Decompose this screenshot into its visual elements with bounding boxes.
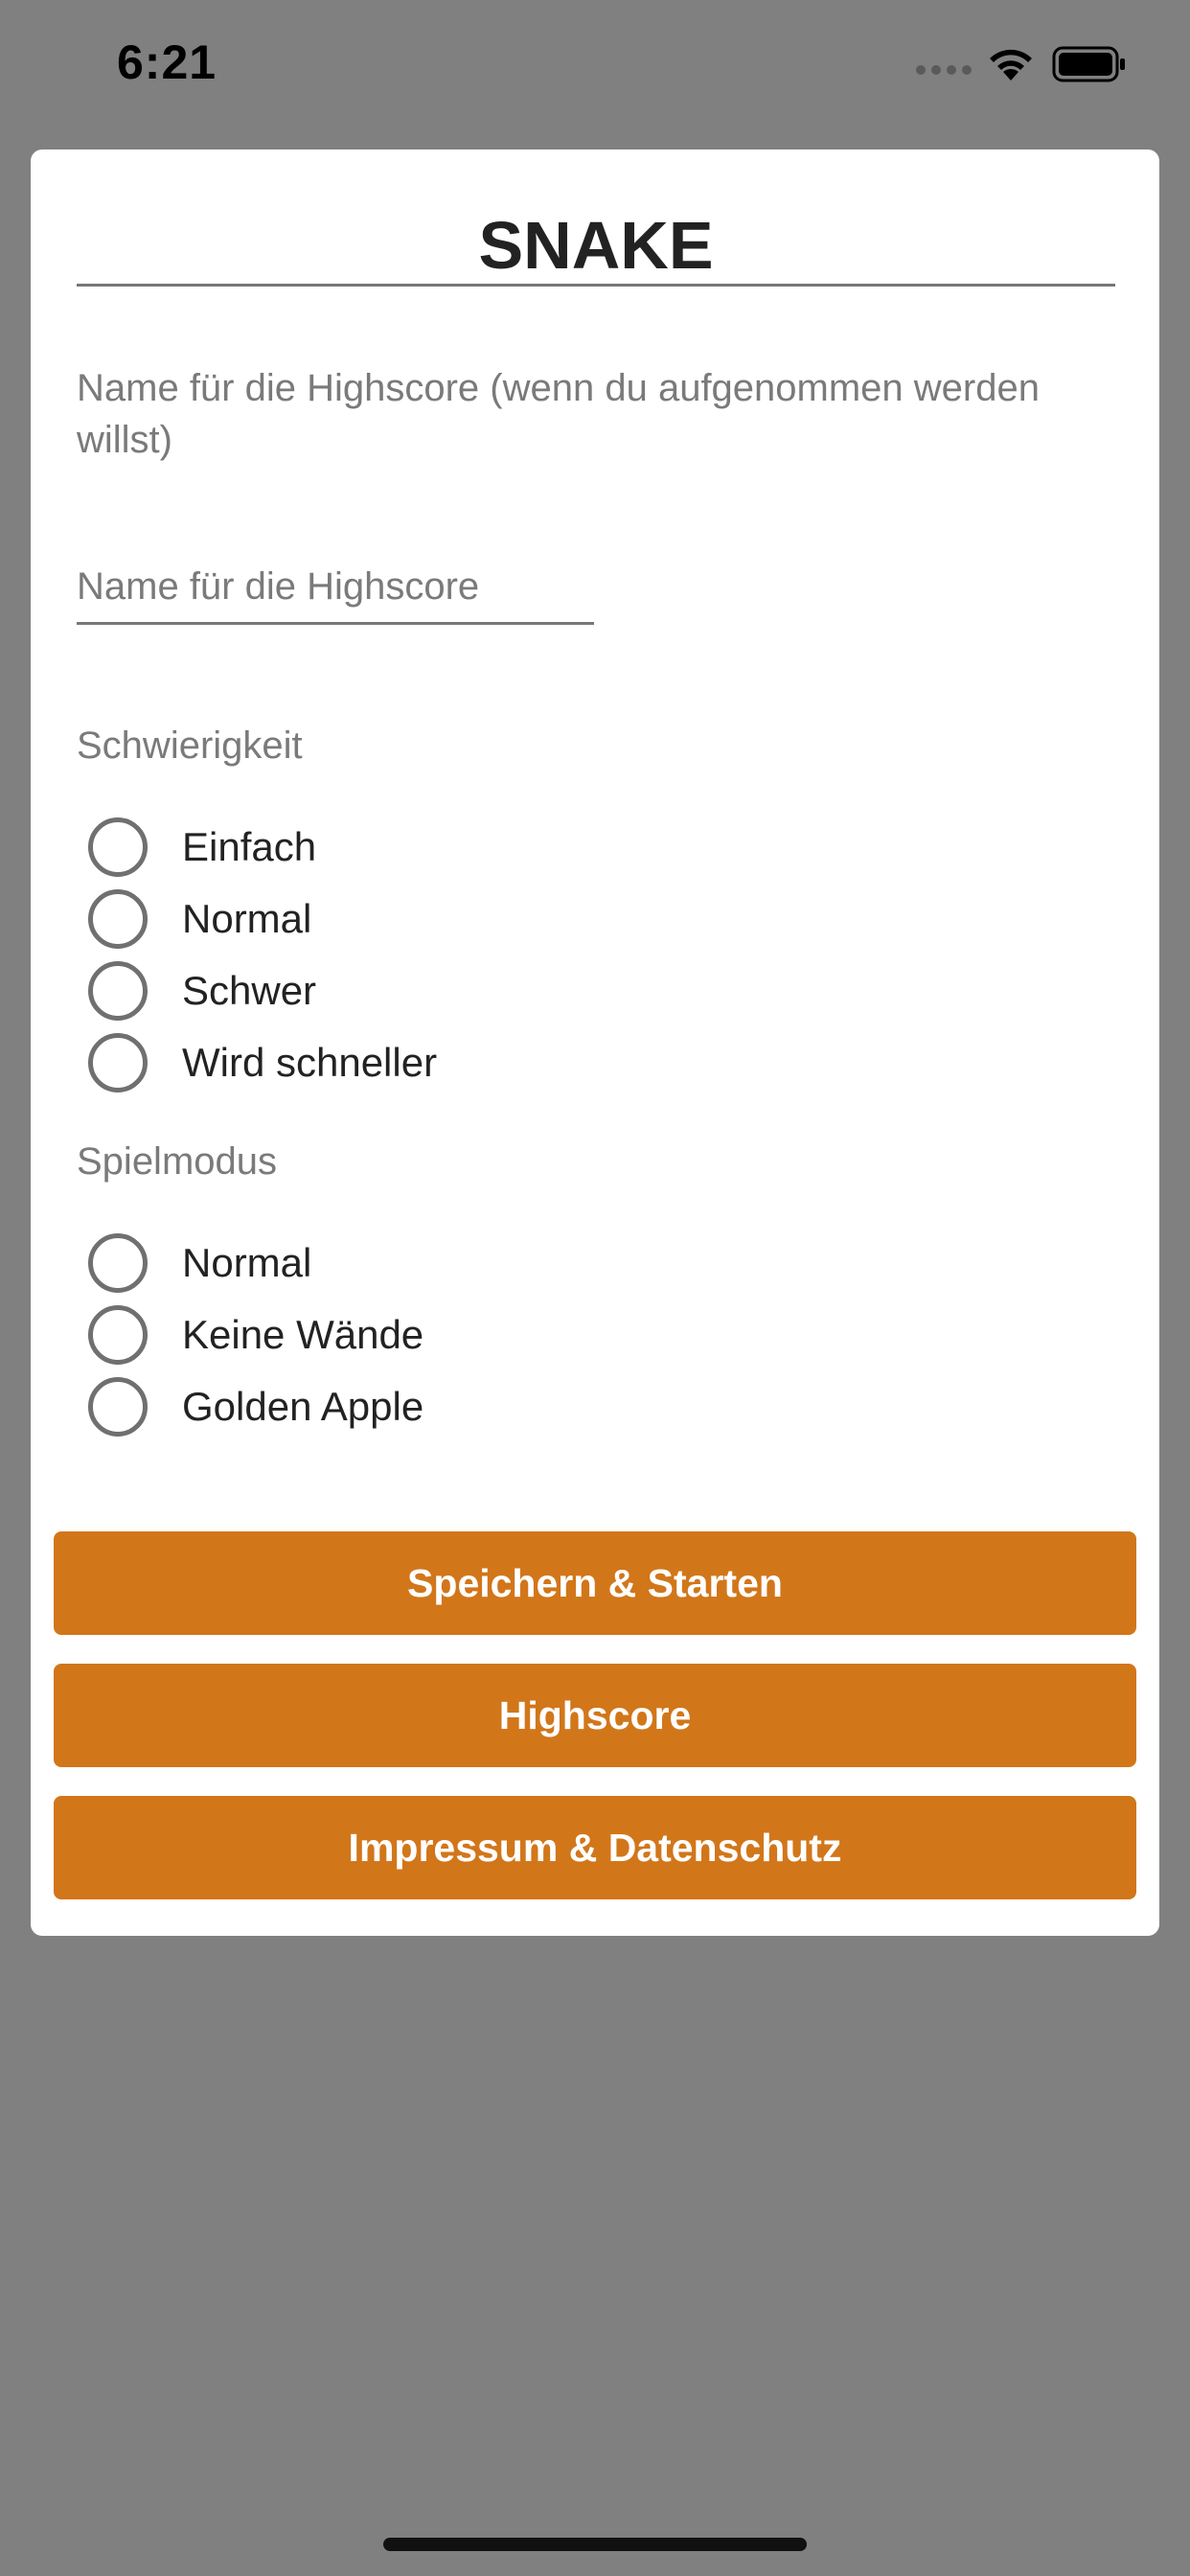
game-mode-option-normal[interactable]: Normal	[88, 1227, 423, 1299]
app-title: SNAKE	[478, 208, 714, 283]
game-mode-option-golden-apple[interactable]: Golden Apple	[88, 1370, 423, 1442]
imprint-privacy-button[interactable]: Impressum & Datenschutz	[54, 1796, 1136, 1899]
game-mode-label: Spielmodus	[77, 1140, 278, 1183]
settings-card: SNAKE Name für die Highscore (wenn du au…	[31, 150, 1159, 1936]
radio-button[interactable]	[88, 816, 148, 877]
radio-label: Golden Apple	[182, 1383, 424, 1429]
radio-button[interactable]	[88, 1376, 148, 1437]
status-time: 6:21	[117, 35, 217, 89]
cellular-signal-icon	[916, 65, 972, 75]
save-and-start-button[interactable]: Speichern & Starten	[54, 1531, 1136, 1635]
radio-label: Schwer	[182, 967, 317, 1013]
radio-button[interactable]	[88, 1232, 148, 1293]
radio-label: Keine Wände	[182, 1311, 424, 1357]
wifi-icon	[990, 49, 1032, 80]
game-mode-option-keine-waende[interactable]: Keine Wände	[88, 1299, 423, 1370]
radio-label: Wird schneller	[182, 1039, 438, 1085]
radio-button[interactable]	[88, 960, 148, 1021]
difficulty-label: Schwierigkeit	[77, 724, 303, 767]
radio-button[interactable]	[88, 888, 148, 949]
title-divider	[77, 284, 1115, 287]
difficulty-option-schwer[interactable]: Schwer	[88, 954, 437, 1026]
battery-icon	[1052, 46, 1125, 82]
home-indicator[interactable]	[383, 2538, 807, 2551]
radio-label: Normal	[182, 895, 312, 941]
game-mode-radio-group: Normal Keine Wände Golden Apple	[88, 1227, 423, 1442]
highscore-button[interactable]: Highscore	[54, 1664, 1136, 1767]
difficulty-option-einfach[interactable]: Einfach	[88, 811, 437, 883]
radio-label: Normal	[182, 1239, 312, 1285]
radio-label: Einfach	[182, 823, 317, 869]
difficulty-option-normal[interactable]: Normal	[88, 883, 437, 954]
highscore-name-hint: Name für die Highscore (wenn du aufgenom…	[77, 367, 1040, 461]
radio-button[interactable]	[88, 1304, 148, 1365]
highscore-name-input[interactable]	[77, 552, 594, 625]
status-bar: 6:21	[0, 0, 1190, 134]
radio-button[interactable]	[88, 1032, 148, 1092]
difficulty-option-wird-schneller[interactable]: Wird schneller	[88, 1026, 437, 1098]
difficulty-radio-group: Einfach Normal Schwer Wird schneller	[88, 811, 437, 1098]
